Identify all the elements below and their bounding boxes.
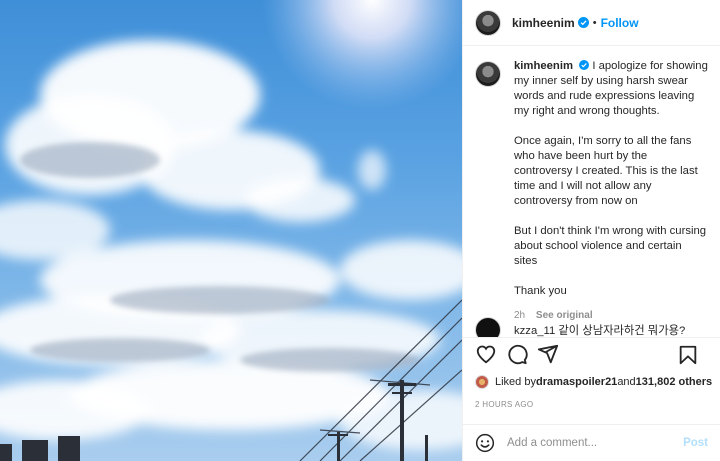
add-comment-bar: Add a comment... Post <box>463 424 720 461</box>
likes-middle: and <box>617 376 636 388</box>
bookmark-icon[interactable] <box>677 344 699 366</box>
verified-icon <box>577 17 589 28</box>
post-header: kimheenim • Follow <box>463 0 720 46</box>
post-sidebar: kimheenim • Follow kimheenim I apologize… <box>462 0 720 461</box>
caption-body: kimheenim I apologize for showing my inn… <box>514 59 708 323</box>
caption-username[interactable]: kimheenim <box>514 60 573 72</box>
post-comment-button[interactable]: Post <box>683 437 708 449</box>
post-photo[interactable] <box>0 0 462 461</box>
comment-icon[interactable] <box>506 343 528 365</box>
caption-avatar[interactable] <box>475 61 501 87</box>
caption: kimheenim I apologize for showing my inn… <box>463 47 720 323</box>
heart-icon[interactable] <box>475 343 497 365</box>
share-icon[interactable] <box>537 343 559 365</box>
action-bar <box>463 337 720 369</box>
author-avatar[interactable] <box>475 9 501 36</box>
follow-button[interactable]: Follow <box>601 16 639 30</box>
caption-paragraph-3: But I don't think I'm wrong with cursing… <box>514 225 707 267</box>
caption-paragraph-4: Thank you <box>514 285 567 297</box>
verified-icon <box>579 60 590 70</box>
commenter-avatar[interactable] <box>475 317 501 337</box>
comments-area: kimheenim I apologize for showing my inn… <box>463 47 720 337</box>
caption-paragraph-2: Once again, I'm sorry to all the fans wh… <box>514 135 698 207</box>
sky-clouds-image <box>0 0 462 461</box>
author-username[interactable]: kimheenim <box>512 16 575 30</box>
liker-username[interactable]: dramaspoiler21 <box>536 376 617 388</box>
likes-summary: Liked by dramaspoiler21 and 131,802 othe… <box>475 375 712 389</box>
likes-count[interactable]: 131,802 others <box>636 376 712 388</box>
liker-avatar[interactable] <box>475 375 489 389</box>
comment-input[interactable]: Add a comment... <box>507 437 683 449</box>
comment-item: kzza_11 같이 상남자라하건 뭐가용? <box>475 317 685 337</box>
likes-prefix: Liked by <box>495 376 536 388</box>
emoji-icon[interactable] <box>475 433 495 453</box>
post-timestamp[interactable]: 2 HOURS AGO <box>475 400 533 409</box>
comment-text: kzza_11 같이 상남자라하건 뭐가용? <box>514 325 686 337</box>
header-separator: • <box>592 16 597 29</box>
caption-paragraph-1: kimheenim I apologize for showing my inn… <box>514 59 708 119</box>
